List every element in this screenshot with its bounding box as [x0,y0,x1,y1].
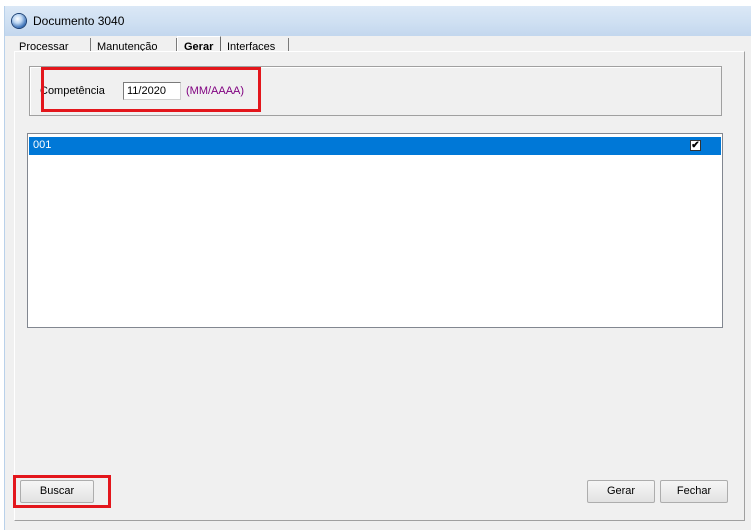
window-title: Documento 3040 [33,14,125,28]
app-icon [12,14,26,28]
buscar-highlight [13,475,111,508]
fechar-button[interactable]: Fechar [660,480,728,503]
title-bar: Documento 3040 [5,6,751,36]
gerar-button[interactable]: Gerar [587,480,655,503]
row-checkbox[interactable]: ✔ [690,140,701,151]
competencia-highlight [41,67,261,112]
item-list[interactable]: 001 ✔ [27,133,723,328]
list-row-selected[interactable]: 001 ✔ [29,137,721,155]
list-row-label: 001 [33,139,52,151]
